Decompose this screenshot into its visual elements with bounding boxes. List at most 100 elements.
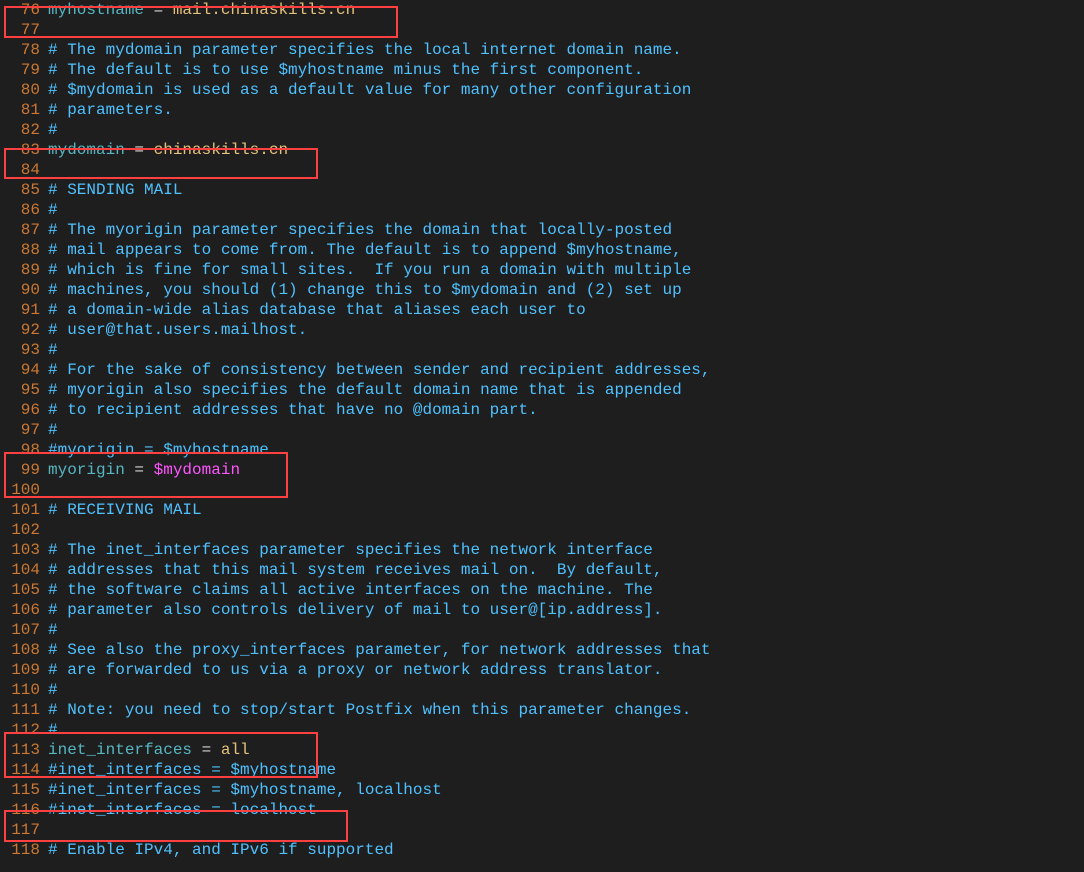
line-number: 117	[0, 820, 48, 840]
code-line[interactable]: 98#myorigin = $myhostname	[0, 440, 1084, 460]
code-content[interactable]: # addresses that this mail system receiv…	[48, 560, 1084, 580]
code-content[interactable]: # which is fine for small sites. If you …	[48, 260, 1084, 280]
code-content[interactable]: #	[48, 340, 1084, 360]
code-content[interactable]: # The mydomain parameter specifies the l…	[48, 40, 1084, 60]
code-content[interactable]: # For the sake of consistency between se…	[48, 360, 1084, 380]
comment-text: # machines, you should (1) change this t…	[48, 281, 682, 299]
line-number: 92	[0, 320, 48, 340]
code-content[interactable]	[48, 20, 1084, 40]
code-line[interactable]: 85# SENDING MAIL	[0, 180, 1084, 200]
code-content[interactable]: myhostname = mail.chinaskills.cn	[48, 0, 1084, 20]
code-line[interactable]: 88# mail appears to come from. The defau…	[0, 240, 1084, 260]
code-content[interactable]: myorigin = $mydomain	[48, 460, 1084, 480]
code-content[interactable]: # parameters.	[48, 100, 1084, 120]
comment-text: #	[48, 721, 58, 739]
code-line[interactable]: 93#	[0, 340, 1084, 360]
code-content[interactable]	[48, 820, 1084, 840]
code-line[interactable]: 106# parameter also controls delivery of…	[0, 600, 1084, 620]
comment-text: # to recipient addresses that have no @d…	[48, 401, 538, 419]
code-line[interactable]: 117	[0, 820, 1084, 840]
code-line[interactable]: 103# The inet_interfaces parameter speci…	[0, 540, 1084, 560]
code-content[interactable]: # Note: you need to stop/start Postfix w…	[48, 700, 1084, 720]
code-content[interactable]: # The myorigin parameter specifies the d…	[48, 220, 1084, 240]
code-line[interactable]: 110#	[0, 680, 1084, 700]
code-line[interactable]: 100	[0, 480, 1084, 500]
code-line[interactable]: 95# myorigin also specifies the default …	[0, 380, 1084, 400]
code-content[interactable]: mydomain = chinaskills.cn	[48, 140, 1084, 160]
code-content[interactable]	[48, 520, 1084, 540]
comment-text: # For the sake of consistency between se…	[48, 361, 711, 379]
code-line[interactable]: 113inet_interfaces = all	[0, 740, 1084, 760]
code-line[interactable]: 79# The default is to use $myhostname mi…	[0, 60, 1084, 80]
code-content[interactable]: # Enable IPv4, and IPv6 if supported	[48, 840, 1084, 860]
code-line[interactable]: 78# The mydomain parameter specifies the…	[0, 40, 1084, 60]
code-content[interactable]: # parameter also controls delivery of ma…	[48, 600, 1084, 620]
code-line[interactable]: 80# $mydomain is used as a default value…	[0, 80, 1084, 100]
comment-text: # The mydomain parameter specifies the l…	[48, 41, 682, 59]
code-content[interactable]: # a domain-wide alias database that alia…	[48, 300, 1084, 320]
code-line[interactable]: 101# RECEIVING MAIL	[0, 500, 1084, 520]
code-line[interactable]: 109# are forwarded to us via a proxy or …	[0, 660, 1084, 680]
code-content[interactable]: # are forwarded to us via a proxy or net…	[48, 660, 1084, 680]
code-line[interactable]: 105# the software claims all active inte…	[0, 580, 1084, 600]
code-content[interactable]: #	[48, 200, 1084, 220]
line-number: 108	[0, 640, 48, 660]
code-line[interactable]: 89# which is fine for small sites. If yo…	[0, 260, 1084, 280]
code-line[interactable]: 112#	[0, 720, 1084, 740]
code-content[interactable]	[48, 160, 1084, 180]
code-line[interactable]: 96# to recipient addresses that have no …	[0, 400, 1084, 420]
code-content[interactable]: # to recipient addresses that have no @d…	[48, 400, 1084, 420]
code-line[interactable]: 116#inet_interfaces = localhost	[0, 800, 1084, 820]
code-line[interactable]: 81# parameters.	[0, 100, 1084, 120]
code-line[interactable]: 90# machines, you should (1) change this…	[0, 280, 1084, 300]
code-content[interactable]: # the software claims all active interfa…	[48, 580, 1084, 600]
config-key: myhostname	[48, 1, 144, 19]
code-content[interactable]: # $mydomain is used as a default value f…	[48, 80, 1084, 100]
code-content[interactable]: # mail appears to come from. The default…	[48, 240, 1084, 260]
config-value: all	[221, 741, 250, 759]
code-content[interactable]: #	[48, 680, 1084, 700]
code-content[interactable]: #myorigin = $myhostname	[48, 440, 1084, 460]
line-number: 78	[0, 40, 48, 60]
code-content[interactable]: #inet_interfaces = $myhostname, localhos…	[48, 780, 1084, 800]
code-line[interactable]: 104# addresses that this mail system rec…	[0, 560, 1084, 580]
code-content[interactable]: #	[48, 720, 1084, 740]
code-content[interactable]: # machines, you should (1) change this t…	[48, 280, 1084, 300]
code-content[interactable]: #inet_interfaces = $myhostname	[48, 760, 1084, 780]
code-content[interactable]: #	[48, 120, 1084, 140]
code-content[interactable]: # SENDING MAIL	[48, 180, 1084, 200]
line-number: 87	[0, 220, 48, 240]
code-line[interactable]: 108# See also the proxy_interfaces param…	[0, 640, 1084, 660]
code-line[interactable]: 76myhostname = mail.chinaskills.cn	[0, 0, 1084, 20]
code-line[interactable]: 111# Note: you need to stop/start Postfi…	[0, 700, 1084, 720]
code-content[interactable]	[48, 480, 1084, 500]
code-editor[interactable]: 76myhostname = mail.chinaskills.cn7778# …	[0, 0, 1084, 872]
code-content[interactable]: # user@that.users.mailhost.	[48, 320, 1084, 340]
code-content[interactable]: # RECEIVING MAIL	[48, 500, 1084, 520]
code-line[interactable]: 77	[0, 20, 1084, 40]
code-line[interactable]: 114#inet_interfaces = $myhostname	[0, 760, 1084, 780]
code-line[interactable]: 92# user@that.users.mailhost.	[0, 320, 1084, 340]
code-content[interactable]: #	[48, 420, 1084, 440]
code-content[interactable]: # The inet_interfaces parameter specifie…	[48, 540, 1084, 560]
code-line[interactable]: 84	[0, 160, 1084, 180]
code-line[interactable]: 94# For the sake of consistency between …	[0, 360, 1084, 380]
code-content[interactable]: #	[48, 620, 1084, 640]
code-line[interactable]: 102	[0, 520, 1084, 540]
code-line[interactable]: 97#	[0, 420, 1084, 440]
line-number: 83	[0, 140, 48, 160]
code-line[interactable]: 86#	[0, 200, 1084, 220]
code-line[interactable]: 99myorigin = $mydomain	[0, 460, 1084, 480]
code-line[interactable]: 83mydomain = chinaskills.cn	[0, 140, 1084, 160]
code-line[interactable]: 115#inet_interfaces = $myhostname, local…	[0, 780, 1084, 800]
code-content[interactable]: # The default is to use $myhostname minu…	[48, 60, 1084, 80]
code-line[interactable]: 118# Enable IPv4, and IPv6 if supported	[0, 840, 1084, 860]
code-line[interactable]: 91# a domain-wide alias database that al…	[0, 300, 1084, 320]
code-line[interactable]: 87# The myorigin parameter specifies the…	[0, 220, 1084, 240]
code-line[interactable]: 82#	[0, 120, 1084, 140]
code-content[interactable]: # See also the proxy_interfaces paramete…	[48, 640, 1084, 660]
code-content[interactable]: # myorigin also specifies the default do…	[48, 380, 1084, 400]
code-line[interactable]: 107#	[0, 620, 1084, 640]
code-content[interactable]: #inet_interfaces = localhost	[48, 800, 1084, 820]
code-content[interactable]: inet_interfaces = all	[48, 740, 1084, 760]
